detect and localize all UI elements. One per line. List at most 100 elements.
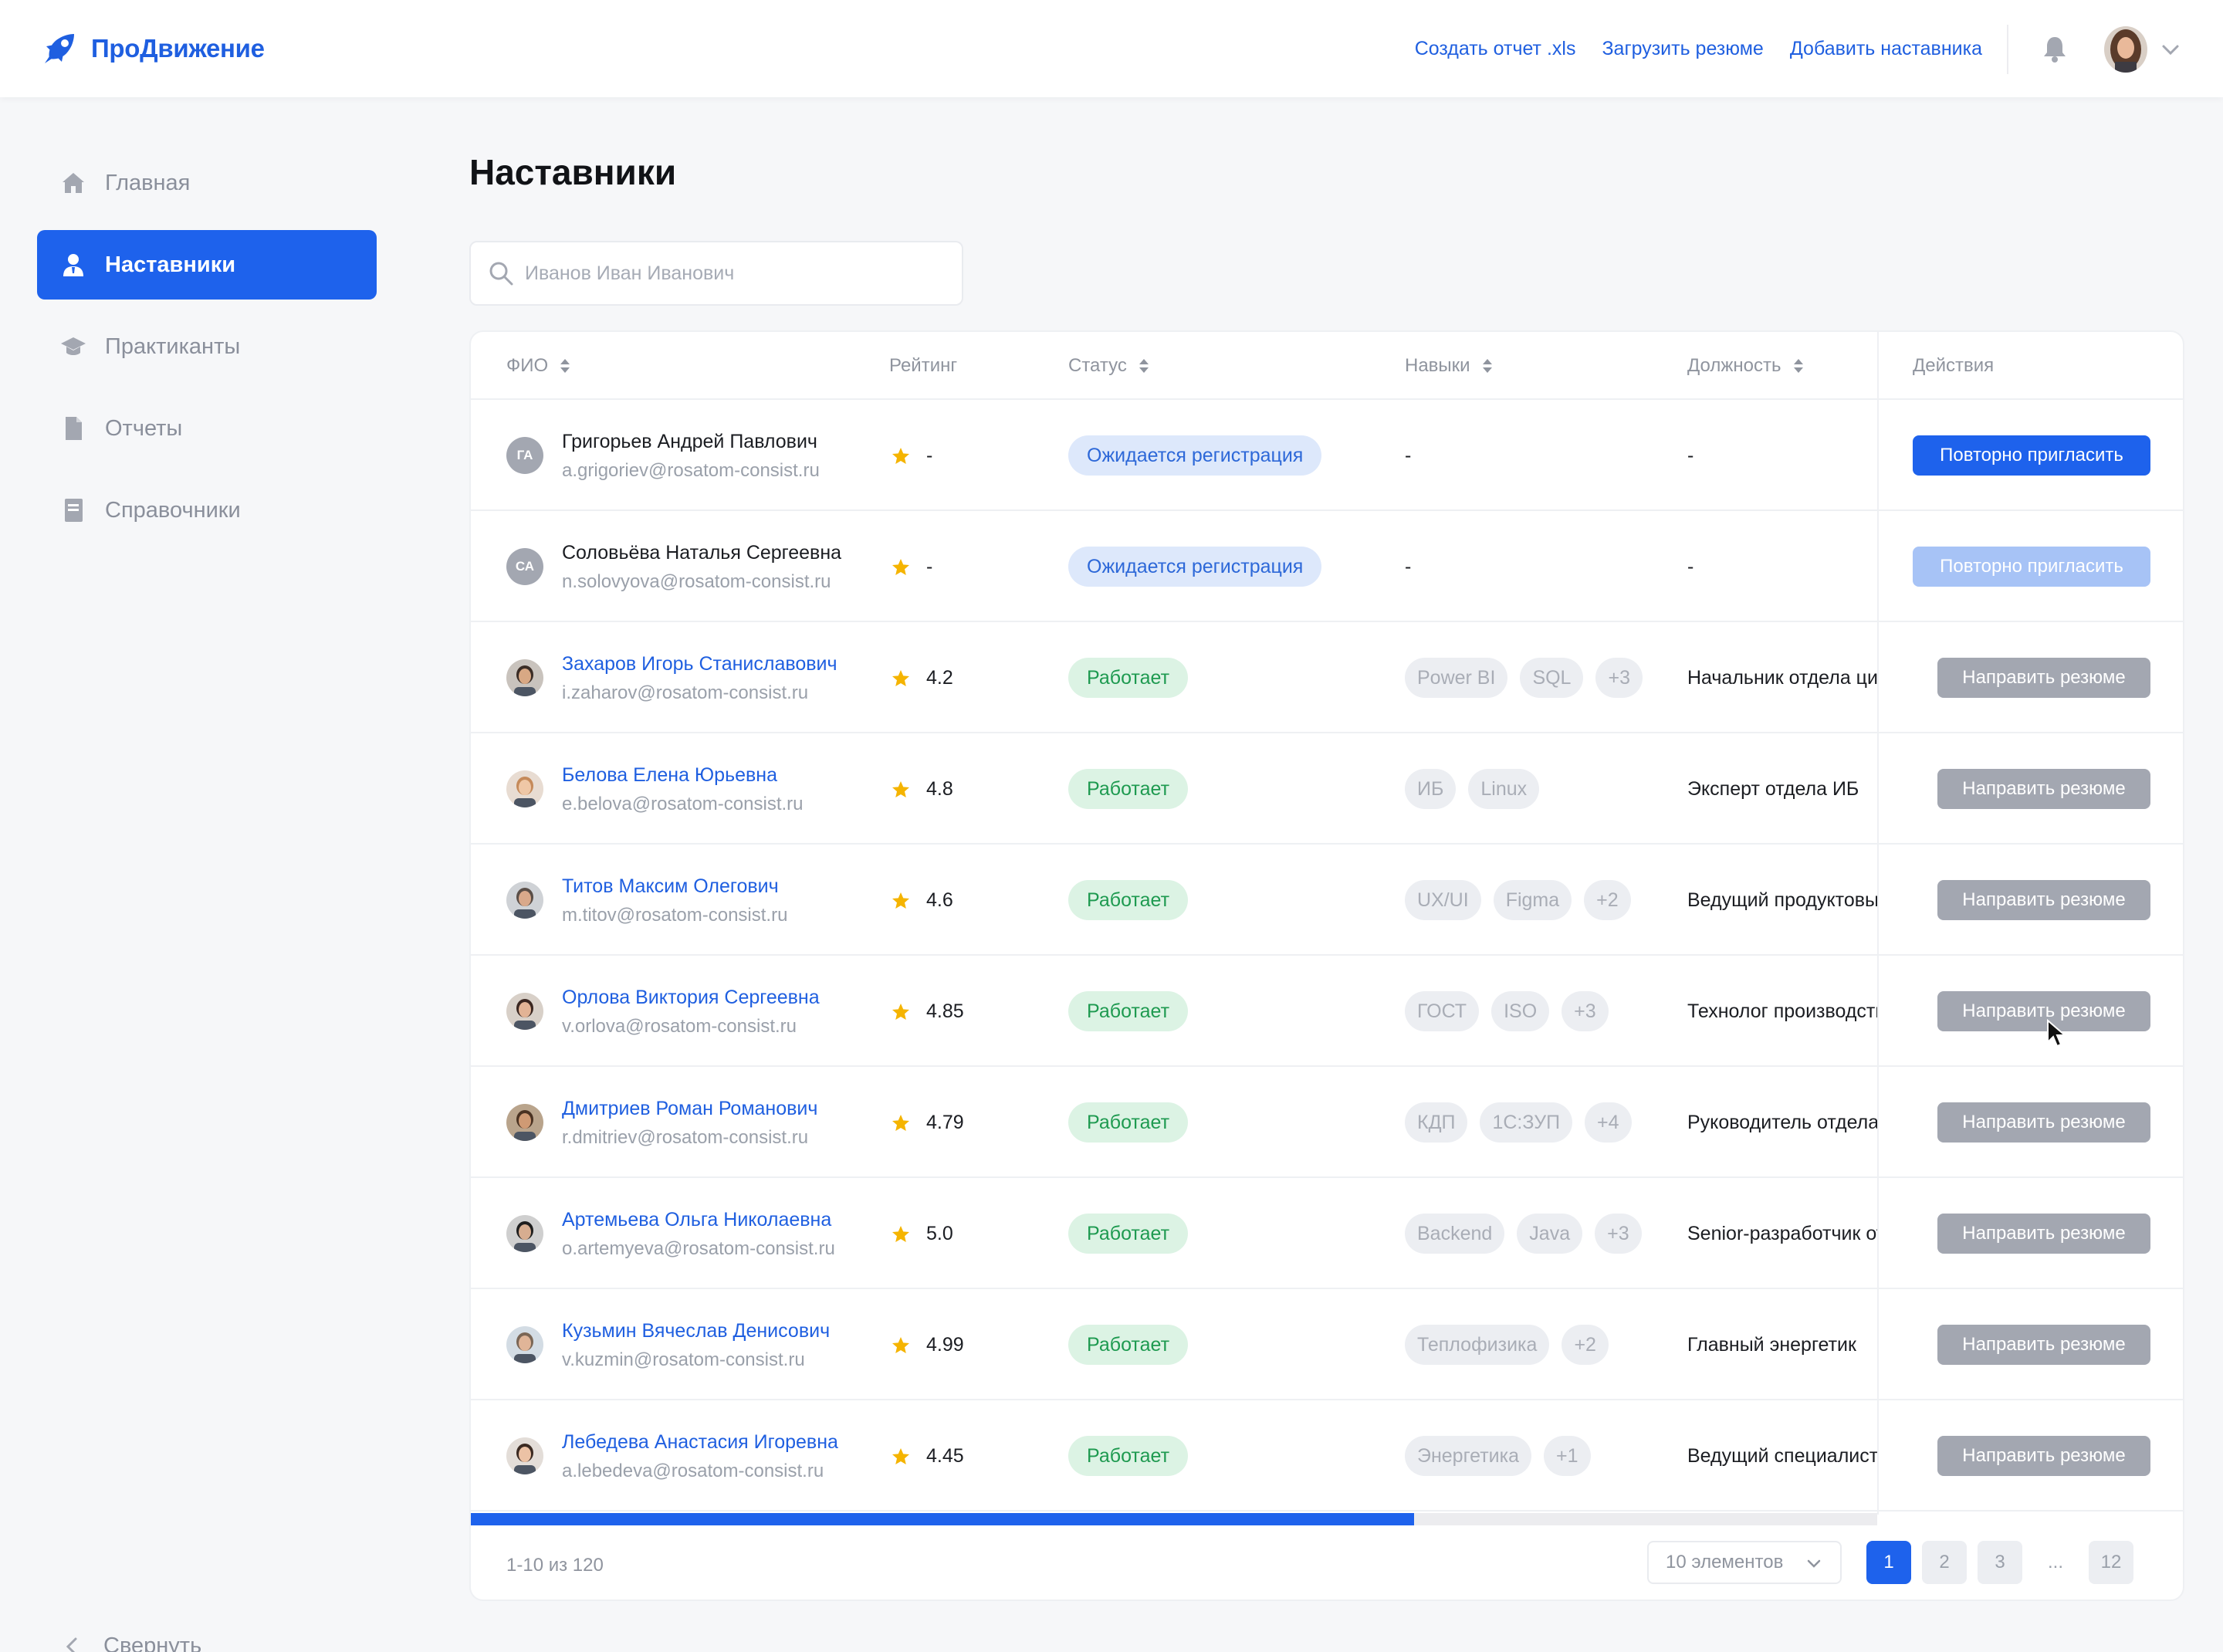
- rating-value: 4.85: [926, 1000, 964, 1022]
- send-resume-button[interactable]: Направить резюме: [1937, 1102, 2150, 1143]
- page-ellipsis: ...: [2047, 1552, 2063, 1572]
- sidebar-item-home[interactable]: Главная: [37, 148, 377, 218]
- graduation-cap-icon: [60, 333, 86, 360]
- page-button-2[interactable]: 2: [1922, 1541, 1967, 1584]
- document-icon: [60, 415, 86, 442]
- skill-chip: +3: [1562, 991, 1609, 1031]
- send-resume-button[interactable]: Направить резюме: [1937, 991, 2150, 1031]
- chevron-down-icon[interactable]: [2160, 39, 2181, 60]
- mentor-email: a.lebedeva@rosatom-consist.ru: [562, 1461, 824, 1481]
- column-fio[interactable]: ФИО: [506, 355, 571, 377]
- top-header: ПроДвижение Создать отчет .xls Загрузить…: [0, 0, 2223, 97]
- star-icon: [892, 558, 909, 575]
- column-skills[interactable]: Навыки: [1405, 355, 1494, 377]
- column-fio-label: ФИО: [506, 355, 549, 376]
- mentor-name[interactable]: Артемьева Ольга Николаевна: [562, 1209, 831, 1231]
- actions-column-divider: [1877, 332, 1879, 1515]
- sort-icon[interactable]: [559, 357, 571, 374]
- skill-chip: SQL: [1520, 658, 1584, 698]
- send-resume-button[interactable]: Направить резюме: [1937, 880, 2150, 920]
- page-size-select[interactable]: 10 элементов: [1647, 1541, 1842, 1584]
- upload-resume-link[interactable]: Загрузить резюме: [1602, 38, 1763, 60]
- mentor-email: v.orlova@rosatom-consist.ru: [562, 1016, 797, 1037]
- table-row: Титов Максим Олегович m.titov@rosatom-co…: [471, 845, 2183, 956]
- logo[interactable]: ПроДвижение: [40, 29, 265, 68]
- sidebar-item-mentors[interactable]: Наставники: [37, 230, 377, 300]
- rating-value: -: [926, 556, 933, 577]
- skill-chip: Энергетика: [1405, 1436, 1532, 1476]
- column-rating: Рейтинг: [889, 355, 957, 377]
- star-icon: [892, 1003, 909, 1020]
- sidebar-item-reports[interactable]: Отчеты: [37, 394, 377, 463]
- chevron-left-icon: [66, 1637, 77, 1652]
- status-badge: Работает: [1068, 1325, 1189, 1365]
- rating-cell: 4.99: [891, 1334, 964, 1356]
- skill-chip: Figma: [1493, 880, 1572, 920]
- rating-value: 4.2: [926, 667, 953, 689]
- send-resume-button[interactable]: Направить резюме: [1937, 1325, 2150, 1365]
- sort-icon[interactable]: [1792, 357, 1805, 374]
- skills-list: Энергетика +1: [1405, 1436, 1603, 1476]
- logo-text: ПроДвижение: [91, 34, 265, 63]
- position-empty: -: [1687, 556, 1694, 577]
- status-badge: Работает: [1068, 1102, 1189, 1143]
- rating-cell: -: [891, 556, 932, 578]
- send-resume-button[interactable]: Направить резюме: [1937, 1214, 2150, 1254]
- skill-chip: ИБ: [1405, 769, 1457, 809]
- search-input[interactable]: [525, 262, 942, 285]
- status-badge: Работает: [1068, 1214, 1189, 1254]
- mentor-name[interactable]: Титов Максим Олегович: [562, 875, 779, 898]
- sort-icon[interactable]: [1138, 357, 1150, 374]
- collapse-sidebar-button[interactable]: Свернуть: [62, 1633, 201, 1652]
- table-row: Лебедева Анастасия Игоревна a.lebedeva@r…: [471, 1400, 2183, 1512]
- skill-chip: +3: [1595, 1214, 1642, 1254]
- add-mentor-link[interactable]: Добавить наставника: [1790, 38, 1982, 60]
- avatar: [506, 882, 543, 919]
- page-button-12[interactable]: 12: [2089, 1541, 2133, 1584]
- skill-chip: 1С:ЗУП: [1480, 1102, 1573, 1143]
- mentor-name[interactable]: Захаров Игорь Станиславович: [562, 653, 837, 675]
- mentor-name[interactable]: Дмитриев Роман Романович: [562, 1098, 817, 1120]
- create-report-link[interactable]: Создать отчет .xls: [1415, 38, 1576, 60]
- skill-chip: +3: [1595, 658, 1643, 698]
- table-row: Артемьева Ольга Николаевна o.artemyeva@r…: [471, 1178, 2183, 1289]
- mentor-email: r.dmitriev@rosatom-consist.ru: [562, 1127, 809, 1148]
- mentor-email: o.artemyeva@rosatom-consist.ru: [562, 1238, 835, 1259]
- mentor-name[interactable]: Белова Елена Юрьевна: [562, 764, 777, 787]
- table-row: Орлова Виктория Сергеевна v.orlova@rosat…: [471, 956, 2183, 1067]
- reinvite-button[interactable]: Повторно пригласить: [1913, 435, 2150, 476]
- column-position[interactable]: Должность: [1687, 355, 1805, 377]
- star-icon: [892, 669, 909, 686]
- mentor-name[interactable]: Кузьмин Вячеслав Денисович: [562, 1320, 830, 1342]
- status-badge: Работает: [1068, 880, 1189, 920]
- send-resume-button[interactable]: Направить резюме: [1937, 658, 2150, 698]
- mentor-name[interactable]: Орлова Виктория Сергеевна: [562, 987, 820, 1009]
- status-badge: Работает: [1068, 769, 1189, 809]
- send-resume-button[interactable]: Направить резюме: [1937, 769, 2150, 809]
- rating-value: 4.45: [926, 1445, 964, 1467]
- mentor-name[interactable]: Лебедева Анастасия Игоревна: [562, 1431, 838, 1454]
- bell-icon[interactable]: [2041, 34, 2069, 63]
- mentor-email: v.kuzmin@rosatom-consist.ru: [562, 1349, 805, 1370]
- position-text: Эксперт отдела ИБ: [1687, 778, 1859, 800]
- skills-list: ИБ Linux: [1405, 769, 1551, 809]
- page-button-1[interactable]: 1: [1866, 1541, 1911, 1584]
- sidebar-item-interns[interactable]: Практиканты: [37, 312, 377, 381]
- page-button-3[interactable]: 3: [1978, 1541, 2022, 1584]
- sidebar-item-directories[interactable]: Справочники: [37, 476, 377, 545]
- table-row: ГА Григорьев Андрей Павлович a.grigoriev…: [471, 400, 2183, 511]
- avatar: [506, 1215, 543, 1252]
- horizontal-scrollbar-thumb[interactable]: [471, 1513, 1414, 1525]
- star-icon: [892, 1114, 909, 1131]
- pagination-bar: 1-10 из 120 10 элементов 1 2 3 ... 12: [471, 1525, 2183, 1600]
- user-avatar[interactable]: [2104, 26, 2147, 73]
- sidebar-item-label: Справочники: [105, 497, 241, 523]
- sort-icon[interactable]: [1481, 357, 1494, 374]
- reinvite-button-disabled: Повторно пригласить: [1913, 547, 2150, 587]
- send-resume-button[interactable]: Направить резюме: [1937, 1436, 2150, 1476]
- search-box[interactable]: [469, 241, 963, 306]
- column-status[interactable]: Статус: [1068, 355, 1150, 377]
- rating-value: 4.6: [926, 889, 953, 911]
- rating-cell: 4.8: [891, 778, 953, 801]
- rocket-logo-icon: [45, 34, 74, 63]
